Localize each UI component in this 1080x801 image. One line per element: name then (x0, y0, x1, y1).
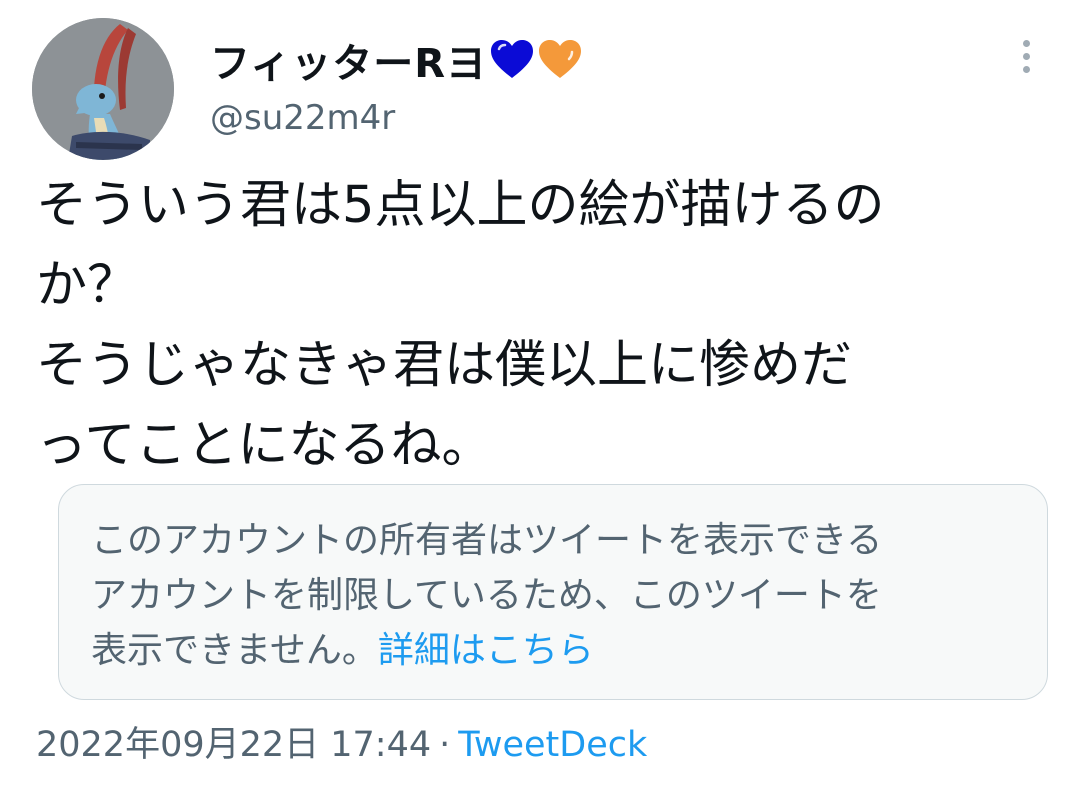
withheld-notice-line: 表示できません。 (91, 630, 378, 671)
author-name-row: フィッターRヨ (210, 31, 583, 89)
avatar-image (32, 18, 174, 160)
orange-heart-icon (537, 37, 583, 83)
withheld-notice-text: このアカウントの所有者はツイートを表示できる アカウントを制限しているため、この… (91, 513, 1017, 678)
blue-heart-icon (489, 37, 535, 83)
avatar[interactable] (32, 18, 174, 160)
tweet-text-line: そうじゃなきゃ君は僕以上に惨めだ (36, 336, 853, 395)
withheld-notice-line: アカウントを制限しているため、このツイートを (91, 575, 882, 616)
more-options-icon[interactable] (1016, 40, 1036, 84)
tweet-text: そういう君は5点以上の絵が描けるの か？ そうじゃなきゃ君は僕以上に惨めだ って… (36, 166, 1046, 486)
tweet-text-line: ってことになるね。 (36, 416, 493, 475)
author-handle[interactable]: @su22m4r (210, 98, 395, 138)
author-display-name[interactable]: フィッターRヨ (210, 31, 487, 89)
learn-more-link[interactable]: 詳細はこちら (378, 630, 594, 671)
withheld-notice-line: このアカウントの所有者はツイートを表示できる (91, 520, 883, 561)
tweet-text-line: そういう君は5点以上の絵が描けるの (36, 176, 885, 235)
tweet-source-link[interactable]: TweetDeck (458, 725, 647, 765)
tweet-meta: 2022年09月22日 17:44 · TweetDeck (36, 719, 647, 771)
tweet-text-line: か？ (36, 256, 139, 315)
withheld-notice-line-last: 表示できません。詳細はこちら (91, 623, 1017, 678)
withheld-tweet-notice: このアカウントの所有者はツイートを表示できる アカウントを制限しているため、この… (58, 484, 1048, 700)
tweet-timestamp[interactable]: 2022年09月22日 17:44 (36, 725, 431, 765)
meta-separator: · (439, 725, 451, 765)
